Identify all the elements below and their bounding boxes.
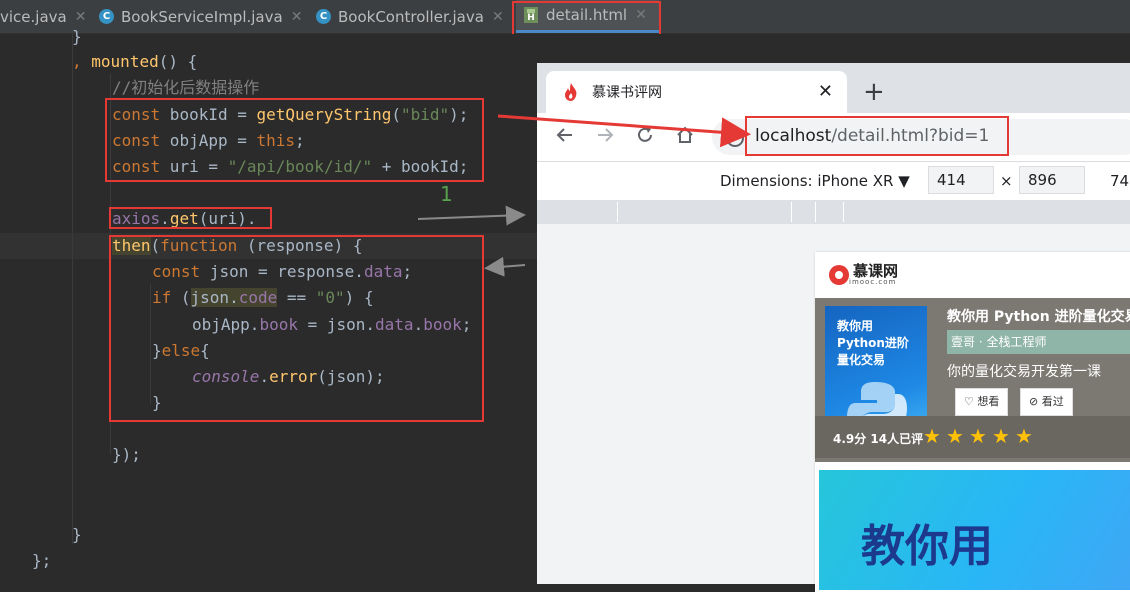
gray-arrow — [484, 256, 526, 277]
red-arrow — [497, 114, 751, 148]
annotation-arrows — [417, 114, 751, 277]
gray-arrow — [417, 205, 526, 226]
